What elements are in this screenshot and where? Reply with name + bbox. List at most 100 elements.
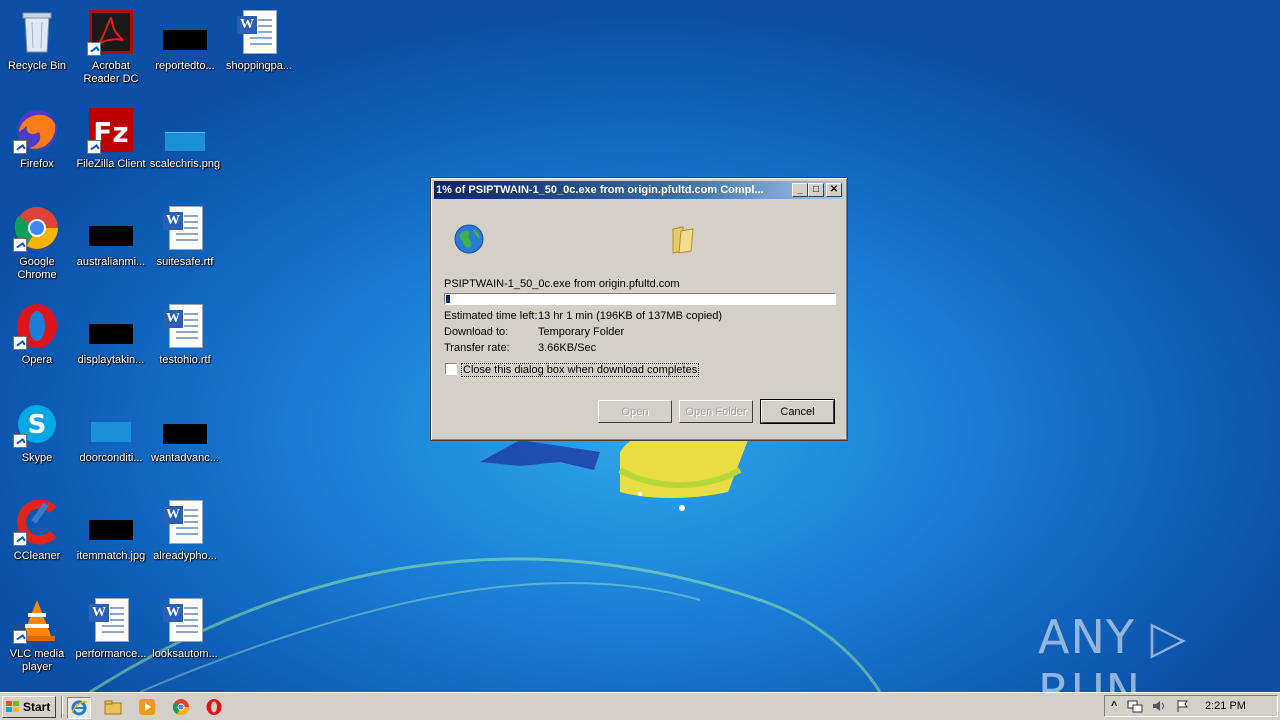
- icon-label: shoppingpa...: [225, 60, 293, 72]
- close-button[interactable]: ✕: [826, 183, 842, 197]
- icon-label: suitesafe.rtf: [156, 256, 214, 268]
- word-document-icon: W: [161, 596, 209, 644]
- volume-icon[interactable]: [1151, 699, 1167, 713]
- maximize-button[interactable]: □: [808, 183, 824, 197]
- icon-label: reportedto...: [155, 60, 215, 72]
- taskbar-separator: [61, 696, 63, 718]
- desktop-icon-doorconditi[interactable]: doorconditi...: [74, 398, 148, 490]
- tray-expand-icon[interactable]: ^: [1111, 696, 1117, 716]
- anyrun-watermark: ANY ▷ RUN: [1038, 610, 1187, 692]
- icon-label: Firefox: [20, 158, 54, 170]
- word-document-icon: W: [87, 596, 135, 644]
- desktop-icon-opera[interactable]: Opera: [0, 300, 74, 392]
- desktop-icon-australianmi[interactable]: australianmi...: [74, 202, 148, 294]
- download-to-value: Temporary Folder: [538, 326, 625, 338]
- desktop-icon-suitesafe[interactable]: W suitesafe.rtf: [148, 202, 222, 294]
- file-explorer-icon[interactable]: [102, 697, 124, 717]
- icon-label: Skype: [21, 452, 53, 464]
- icon-label: scalechris.png: [149, 158, 221, 170]
- minimize-button[interactable]: _: [792, 183, 808, 197]
- desktop-icon-skype[interactable]: S Skype: [0, 398, 74, 490]
- desktop-icon-filezilla[interactable]: Fz FileZilla Client: [74, 104, 148, 196]
- ccleaner-icon: [13, 498, 61, 546]
- vlc-icon: [13, 596, 61, 644]
- word-document-icon: W: [161, 204, 209, 252]
- shortcut-arrow-icon: [13, 238, 27, 252]
- desktop-icon-scalechris[interactable]: scalechris.png: [148, 104, 222, 196]
- shortcut-arrow-icon: [13, 532, 27, 546]
- svg-text:S: S: [28, 410, 47, 440]
- media-player-icon[interactable]: [136, 697, 158, 717]
- download-dialog[interactable]: 1% of PSIPTWAIN-1_50_0c.exe from origin.…: [430, 177, 848, 441]
- download-progress-bar: [444, 293, 836, 305]
- desktop-icon-firefox[interactable]: Firefox: [0, 104, 74, 196]
- file-icon: [87, 498, 135, 546]
- chrome-taskbar-icon[interactable]: [170, 697, 192, 717]
- shortcut-arrow-icon: [87, 42, 101, 56]
- shortcut-arrow-icon: [13, 630, 27, 644]
- shortcut-arrow-icon: [13, 336, 27, 350]
- open-folder-button[interactable]: Open Folder: [679, 400, 753, 423]
- internet-explorer-icon[interactable]: [67, 697, 91, 719]
- desktop-icon-ccleaner[interactable]: CCleaner: [0, 496, 74, 588]
- icon-label: Acrobat Reader DC: [83, 60, 139, 85]
- desktop-icon-looksautom[interactable]: W looksautom...: [148, 594, 222, 686]
- acrobat-reader-icon: [87, 8, 135, 56]
- desktop-icon-wantadvanc[interactable]: wantadvanc...: [148, 398, 222, 490]
- desktop-icon-recycle-bin[interactable]: Recycle Bin: [0, 6, 74, 98]
- filezilla-icon: Fz: [87, 106, 135, 154]
- system-tray: ^ 2:21 PM: [1104, 695, 1278, 717]
- desktop-icon-shoppingpa[interactable]: W shoppingpa...: [222, 6, 296, 98]
- start-button[interactable]: Start: [2, 696, 56, 718]
- icon-label: doorconditi...: [79, 452, 143, 464]
- firefox-icon: [13, 106, 61, 154]
- icon-label: Opera: [21, 354, 53, 366]
- desktop-icon-reportedto[interactable]: reportedto...: [148, 6, 222, 98]
- icon-label: performance...: [75, 648, 147, 660]
- download-to-label: Download to:: [444, 326, 509, 338]
- opera-taskbar-icon[interactable]: [203, 697, 225, 717]
- close-when-complete-checkbox[interactable]: [445, 363, 457, 375]
- shortcut-arrow-icon: [13, 140, 27, 154]
- shortcut-arrow-icon: [87, 140, 101, 154]
- globe-icon: [454, 224, 484, 254]
- desktop-icon-acrobat[interactable]: Acrobat Reader DC: [74, 6, 148, 98]
- file-icon: [161, 8, 209, 56]
- image-file-icon: [161, 106, 209, 154]
- icon-label: wantadvanc...: [151, 452, 219, 464]
- close-when-complete-label[interactable]: Close this dialog box when download comp…: [461, 363, 700, 377]
- clock[interactable]: 2:21 PM: [1205, 696, 1246, 716]
- skype-icon: S: [13, 400, 61, 448]
- estimated-time-value: 13 hr 1 min (196KB of 137MB copied): [538, 310, 723, 322]
- desktop-icon-displaytakin[interactable]: displaytakin...: [74, 300, 148, 392]
- folder-icon: [672, 226, 694, 254]
- network-icon[interactable]: [1127, 699, 1143, 713]
- icon-label: displaytakin...: [77, 354, 145, 366]
- desktop-icon-alreadypho[interactable]: W alreadypho...: [148, 496, 222, 588]
- icon-label: Google Chrome: [17, 256, 57, 281]
- action-center-flag-icon[interactable]: [1175, 699, 1191, 713]
- word-document-icon: W: [161, 498, 209, 546]
- estimated-time-label: Estimated time left:: [444, 310, 538, 322]
- open-button[interactable]: Open: [598, 400, 672, 423]
- chrome-icon: [13, 204, 61, 252]
- icon-label: alreadypho...: [153, 550, 217, 562]
- transfer-rate-label: Transfer rate:: [444, 342, 510, 354]
- file-icon: [161, 400, 209, 448]
- cancel-button[interactable]: Cancel: [760, 399, 835, 424]
- word-document-icon: W: [161, 302, 209, 350]
- transfer-rate-value: 3.66KB/Sec: [538, 342, 597, 354]
- desktop[interactable]: Recycle Bin Firefox Google Chrome Opera …: [0, 0, 1280, 692]
- file-icon: [87, 302, 135, 350]
- desktop-icon-chrome[interactable]: Google Chrome: [0, 202, 74, 294]
- recycle-bin-icon: [13, 8, 61, 56]
- shortcut-arrow-icon: [13, 434, 27, 448]
- desktop-icon-testohio[interactable]: W testohio.rtf: [148, 300, 222, 392]
- icon-label: CCleaner: [13, 550, 61, 562]
- start-label: Start: [23, 700, 51, 714]
- icon-label: VLC media player: [9, 648, 65, 673]
- desktop-icon-itemmatch[interactable]: itemmatch.jpg: [74, 496, 148, 588]
- dialog-titlebar[interactable]: 1% of PSIPTWAIN-1_50_0c.exe from origin.…: [434, 181, 844, 199]
- desktop-icon-performance[interactable]: W performance...: [74, 594, 148, 686]
- desktop-icon-vlc[interactable]: VLC media player: [0, 594, 74, 686]
